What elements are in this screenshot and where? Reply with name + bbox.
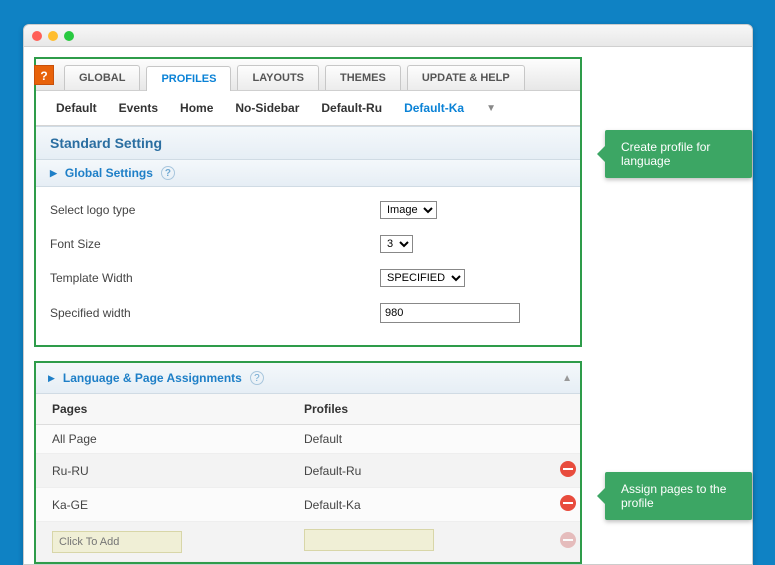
cell-profile: Default-Ka <box>288 488 540 522</box>
cell-page: Ka-GE <box>36 488 288 522</box>
settings-panel: ? GLOBAL PROFILES LAYOUTS THEMES UPDATE … <box>34 57 582 347</box>
subtab-default-ru[interactable]: Default-Ru <box>321 101 382 115</box>
table-row: Ru-RU Default-Ru <box>36 454 580 488</box>
assignments-table: Pages Profiles All Page Default Ru-RU De… <box>36 394 580 562</box>
chevron-down-icon[interactable]: ▼ <box>486 103 496 114</box>
tab-themes[interactable]: THEMES <box>325 65 401 90</box>
table-row: Ka-GE Default-Ka <box>36 488 580 522</box>
delete-icon[interactable] <box>560 532 576 548</box>
close-icon[interactable] <box>32 31 42 41</box>
add-profile-input[interactable] <box>304 529 434 551</box>
section-global-label: Global Settings <box>65 166 153 180</box>
label-font-size: Font Size <box>50 237 380 251</box>
row-font-size: Font Size 3 <box>50 227 566 261</box>
row-specified-width: Specified width <box>50 295 566 331</box>
profile-subtabs: Default Events Home No-Sidebar Default-R… <box>36 91 580 126</box>
add-page-input[interactable] <box>52 531 182 553</box>
table-row-add <box>36 522 580 562</box>
section-standard-setting: Standard Setting <box>36 126 580 160</box>
tab-layouts[interactable]: LAYOUTS <box>237 65 319 90</box>
collapse-icon[interactable]: ▲ <box>562 373 572 384</box>
cell-page: All Page <box>36 425 288 454</box>
tab-profiles[interactable]: PROFILES <box>146 66 231 91</box>
tab-update-help[interactable]: UPDATE & HELP <box>407 65 525 90</box>
assignments-title: Language & Page Assignments <box>63 371 242 385</box>
input-specified-width[interactable] <box>380 303 520 323</box>
minimize-icon[interactable] <box>48 31 58 41</box>
label-specified-width: Specified width <box>50 306 380 320</box>
triangle-right-icon: ▶ <box>50 168 57 179</box>
table-row: All Page Default <box>36 425 580 454</box>
help-icon[interactable]: ? <box>250 371 264 385</box>
subtab-events[interactable]: Events <box>119 101 158 115</box>
select-logo-type[interactable]: Image <box>380 201 437 219</box>
callout-assign-pages: Assign pages to the profile <box>605 472 752 520</box>
col-pages: Pages <box>36 394 288 425</box>
maximize-icon[interactable] <box>64 31 74 41</box>
delete-icon[interactable] <box>560 461 576 477</box>
content-area: ? GLOBAL PROFILES LAYOUTS THEMES UPDATE … <box>24 47 752 564</box>
titlebar <box>24 25 752 47</box>
form-rows: Select logo type Image Font Size 3 <box>36 187 580 345</box>
callout-create-profile: Create profile for language <box>605 130 752 178</box>
help-icon[interactable]: ? <box>161 166 175 180</box>
tab-global[interactable]: GLOBAL <box>64 65 140 90</box>
col-actions <box>540 394 580 425</box>
subtab-no-sidebar[interactable]: No-Sidebar <box>235 101 299 115</box>
label-template-width: Template Width <box>50 271 380 285</box>
assignments-panel: ▶ Language & Page Assignments ? ▲ Pages … <box>34 361 582 564</box>
cell-page: Ru-RU <box>36 454 288 488</box>
triangle-right-icon: ▶ <box>48 373 55 384</box>
select-template-width[interactable]: SPECIFIED <box>380 269 465 287</box>
cell-profile: Default <box>288 425 540 454</box>
row-logo-type: Select logo type Image <box>50 193 566 227</box>
subtab-home[interactable]: Home <box>180 101 213 115</box>
subtab-default[interactable]: Default <box>56 101 97 115</box>
main-tabbar: GLOBAL PROFILES LAYOUTS THEMES UPDATE & … <box>36 59 580 91</box>
cell-profile: Default-Ru <box>288 454 540 488</box>
subtab-default-ka[interactable]: Default-Ka <box>404 101 464 115</box>
section-global-settings[interactable]: ▶ Global Settings ? <box>36 160 580 187</box>
app-window: ? GLOBAL PROFILES LAYOUTS THEMES UPDATE … <box>23 24 753 565</box>
col-profiles: Profiles <box>288 394 540 425</box>
assignments-header[interactable]: ▶ Language & Page Assignments ? ▲ <box>36 363 580 394</box>
row-template-width: Template Width SPECIFIED <box>50 261 566 295</box>
delete-icon[interactable] <box>560 495 576 511</box>
select-font-size[interactable]: 3 <box>380 235 413 253</box>
help-badge[interactable]: ? <box>34 65 54 85</box>
label-logo-type: Select logo type <box>50 203 380 217</box>
